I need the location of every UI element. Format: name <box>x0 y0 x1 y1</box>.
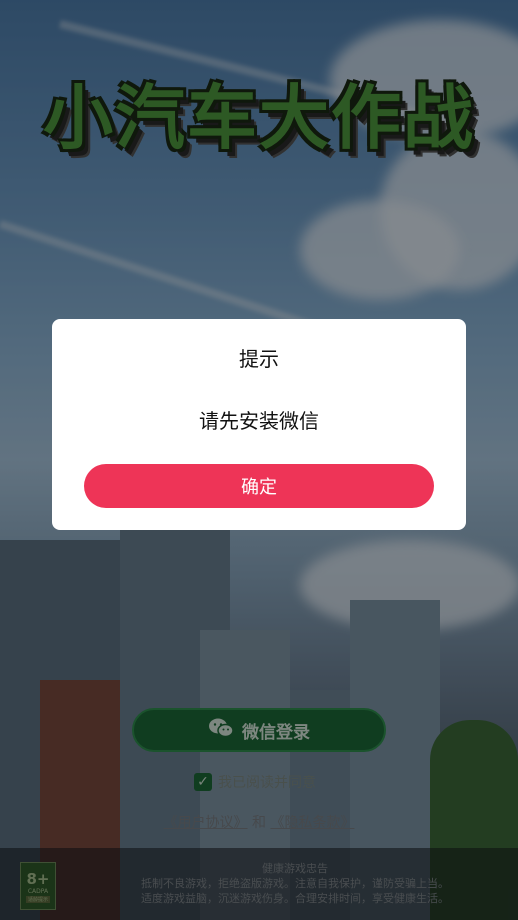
dialog-message: 请先安装微信 <box>199 409 319 433</box>
alert-dialog: 提示 请先安装微信 确定 <box>52 319 466 530</box>
dialog-title: 提示 <box>239 347 279 371</box>
confirm-button[interactable]: 确定 <box>84 464 434 508</box>
